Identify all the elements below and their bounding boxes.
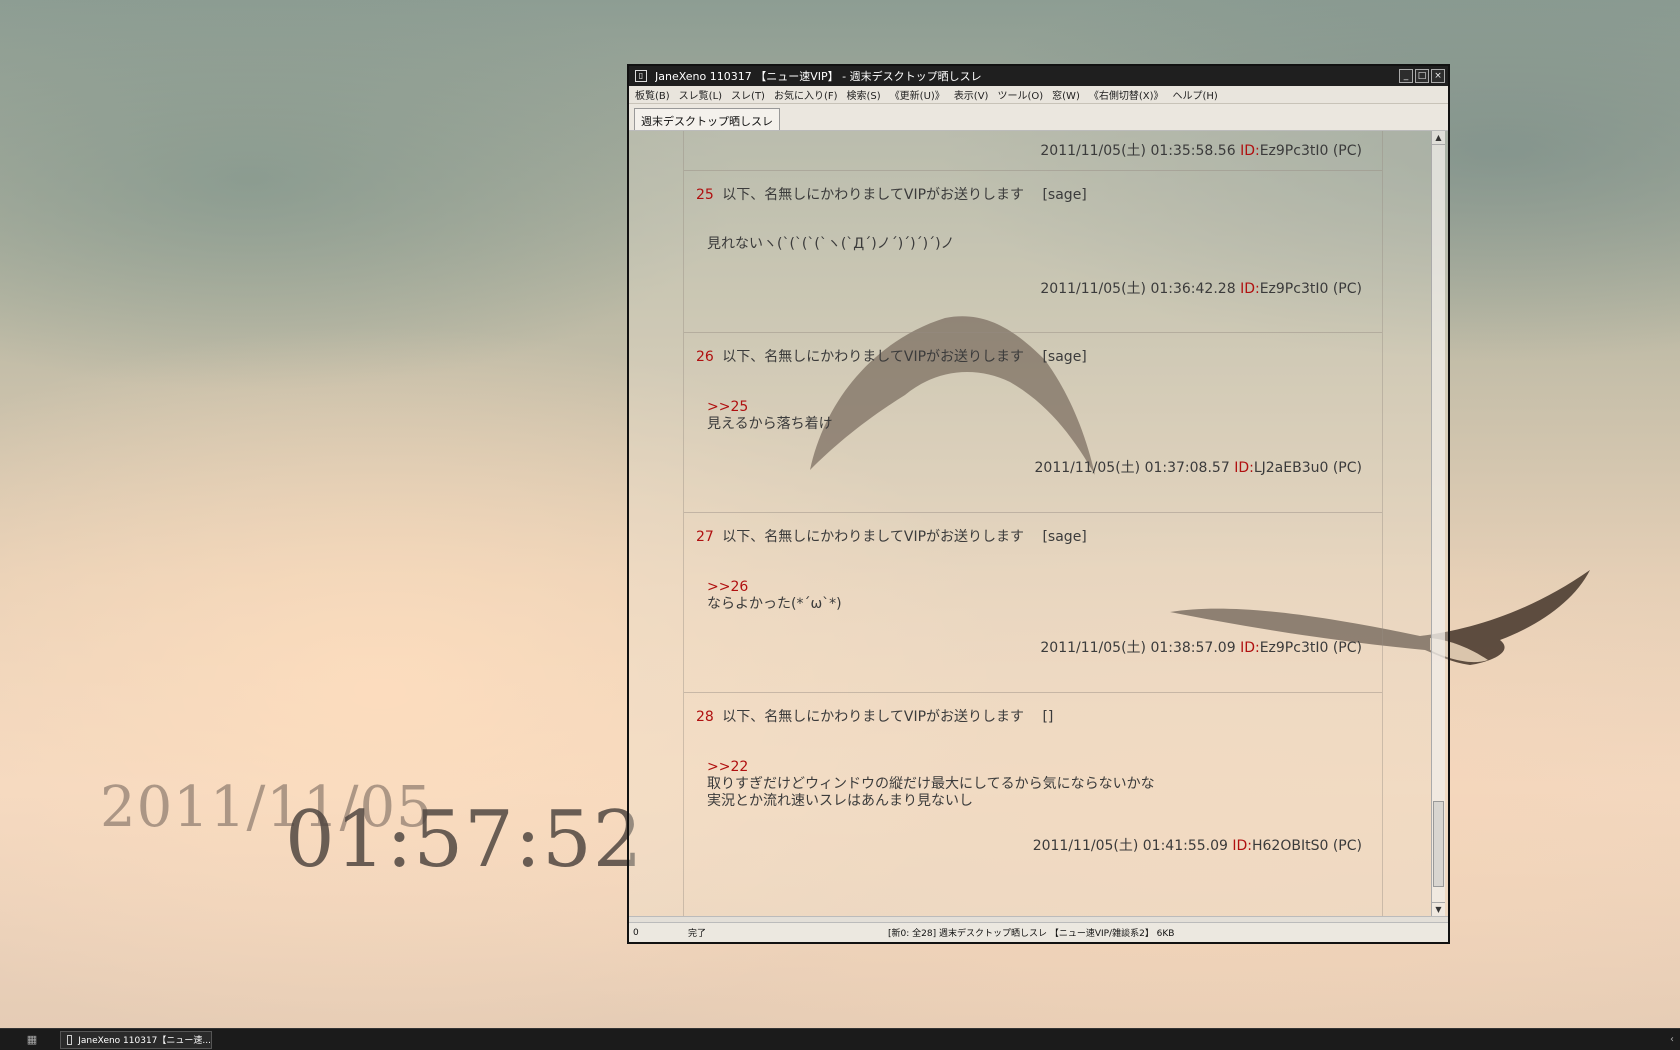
post-suffix: (PC) bbox=[1332, 838, 1362, 854]
menu-view[interactable]: 表示(V) bbox=[954, 87, 989, 102]
post-item: 25 以下、名無しにかわりましてVIPがお送りします [sage] 見れないヽ(… bbox=[684, 171, 1382, 333]
taskbar-button-label: JaneXeno 110317【ニュー速... bbox=[78, 1036, 211, 1046]
post-header: 25 以下、名無しにかわりましてVIPがお送りします [sage] bbox=[696, 183, 1362, 207]
post-name: 以下、名無しにかわりましてVIPがお送りします bbox=[722, 187, 1025, 203]
minimize-button[interactable]: _ bbox=[1399, 69, 1413, 83]
post-item: 2011/11/05(土) 01:35:58.56 ID:Ez9Pc3tI0 (… bbox=[684, 131, 1382, 171]
post-date: 2011/11/05(土) 01:37:08.57 bbox=[1034, 460, 1230, 476]
post-item: 26 以下、名無しにかわりましてVIPがお送りします [sage] >>25 見… bbox=[684, 333, 1382, 513]
post-anchor-link[interactable]: >>25 bbox=[707, 399, 1362, 416]
post-body: >>22 取りすぎだけどウィンドウの縦だけ最大にしてるから気にならないかな 実況… bbox=[696, 729, 1362, 834]
post-suffix: (PC) bbox=[1332, 281, 1362, 297]
scroll-thumb[interactable] bbox=[1433, 801, 1444, 887]
post-anchor-link[interactable]: >>26 bbox=[707, 579, 1362, 596]
app-icon bbox=[67, 1034, 73, 1045]
menu-thread[interactable]: スレ(T) bbox=[731, 87, 765, 102]
post-mail: [sage] bbox=[1042, 349, 1087, 365]
post-mail: [sage] bbox=[1042, 529, 1087, 545]
post-name: 以下、名無しにかわりましてVIPがお送りします bbox=[722, 529, 1025, 545]
menu-tools[interactable]: ツール(O) bbox=[997, 87, 1043, 102]
post-suffix: (PC) bbox=[1332, 460, 1362, 476]
close-button[interactable]: × bbox=[1431, 69, 1445, 83]
post-suffix: (PC) bbox=[1332, 640, 1362, 656]
post-number[interactable]: 25 bbox=[696, 187, 714, 203]
post-header: 27 以下、名無しにかわりましてVIPがお送りします [sage] bbox=[696, 525, 1362, 549]
post-footer: 2011/11/05(土) 01:41:55.09 ID:H62OBItS0 (… bbox=[696, 834, 1362, 858]
desktop-clock-widget: 2011/11/05 01:57:52 bbox=[0, 0, 642, 1000]
post-id-label[interactable]: ID: bbox=[1240, 143, 1260, 159]
post-id-label[interactable]: ID: bbox=[1232, 838, 1252, 854]
scroll-down-arrow-icon[interactable]: ▼ bbox=[1432, 902, 1445, 916]
menu-board-list[interactable]: 板覧(B) bbox=[635, 87, 670, 102]
menu-thread-list[interactable]: スレ覧(L) bbox=[679, 87, 722, 102]
menubar: 板覧(B) スレ覧(L) スレ(T) お気に入り(F) 検索(S) 《更新(U)… bbox=[629, 86, 1448, 104]
window-titlebar[interactable]: ▯ JaneXeno 110317 【ニュー速VIP】 - 週末デスクトップ晒し… bbox=[629, 66, 1448, 86]
menu-help[interactable]: ヘルプ(H) bbox=[1173, 87, 1218, 102]
taskbar-button-janexeno[interactable]: JaneXeno 110317【ニュー速... bbox=[60, 1030, 212, 1049]
status-count: 0 bbox=[633, 927, 639, 938]
post-date: 2011/11/05(土) 01:41:55.09 bbox=[1032, 838, 1228, 854]
post-anchor-link[interactable]: >>22 bbox=[707, 759, 1362, 776]
post-body: 見れないヽ(`(`(`(`ヽ(`Д´)ノ´)´)´)´)ノ bbox=[696, 207, 1362, 277]
post-id-label[interactable]: ID: bbox=[1234, 460, 1254, 476]
post-line: 実況とか流れ速いスレはあんまり見ないし bbox=[707, 793, 973, 809]
post-number[interactable]: 28 bbox=[696, 709, 714, 725]
post-mail: [sage] bbox=[1042, 187, 1087, 203]
thread-tabbar: 週末デスクトップ晒しスレ bbox=[629, 104, 1448, 131]
post-line: 見れないヽ(`(`(`(`ヽ(`Д´)ノ´)´)´)´)ノ bbox=[707, 236, 955, 252]
vertical-scrollbar[interactable]: ▲ ▼ bbox=[1431, 131, 1445, 916]
post-footer: 2011/11/05(土) 01:37:08.57 ID:LJ2aEB3u0 (… bbox=[696, 456, 1362, 480]
post-item: 28 以下、名無しにかわりましてVIPがお送りします [] >>22 取りすぎだ… bbox=[684, 693, 1382, 916]
post-name: 以下、名無しにかわりましてVIPがお送りします bbox=[722, 349, 1025, 365]
scroll-up-arrow-icon[interactable]: ▲ bbox=[1432, 131, 1445, 145]
post-date: 2011/11/05(土) 01:38:57.09 bbox=[1040, 640, 1236, 656]
menu-favorites[interactable]: お気に入り(F) bbox=[774, 87, 838, 102]
post-date: 2011/11/05(土) 01:35:58.56 bbox=[1040, 143, 1236, 159]
tray-expand-icon[interactable]: ‹ bbox=[1670, 1034, 1674, 1045]
menu-right-switch[interactable]: 《右側切替(X)》 bbox=[1089, 87, 1164, 102]
post-date: 2011/11/05(土) 01:36:42.28 bbox=[1040, 281, 1236, 297]
menu-window[interactable]: 窓(W) bbox=[1052, 87, 1080, 102]
post-number[interactable]: 27 bbox=[696, 529, 714, 545]
post-name: 以下、名無しにかわりましてVIPがお送りします bbox=[722, 709, 1025, 725]
statusbar: 0 完了 [新0: 全28] 週末デスクトップ晒しスレ 【ニュー速VIP/雑談系… bbox=[629, 922, 1448, 942]
post-header: 26 以下、名無しにかわりましてVIPがお送りします [sage] bbox=[696, 345, 1362, 369]
post-item: 27 以下、名無しにかわりましてVIPがお送りします [sage] >>26 な… bbox=[684, 513, 1382, 693]
status-state: 完了 bbox=[688, 929, 707, 939]
post-id[interactable]: LJ2aEB3u0 bbox=[1254, 460, 1329, 476]
post-header: 28 以下、名無しにかわりましてVIPがお送りします [] bbox=[696, 705, 1362, 729]
post-line: ならよかった(*´ω`*) bbox=[707, 596, 842, 612]
app-icon: ▯ bbox=[635, 70, 647, 82]
menu-search[interactable]: 検索(S) bbox=[847, 87, 881, 102]
post-line: 取りすぎだけどウィンドウの縦だけ最大にしてるから気にならないかな bbox=[707, 776, 1155, 792]
post-id-label[interactable]: ID: bbox=[1240, 640, 1260, 656]
post-body: >>25 見えるから落ち着け bbox=[696, 369, 1362, 456]
window-title: JaneXeno 110317 【ニュー速VIP】 - 週末デスクトップ晒しスレ bbox=[655, 70, 982, 83]
post-id-label[interactable]: ID: bbox=[1240, 281, 1260, 297]
post-id[interactable]: Ez9Pc3tI0 bbox=[1260, 143, 1329, 159]
maximize-button[interactable]: □ bbox=[1415, 69, 1429, 83]
post-mail: [] bbox=[1042, 709, 1054, 725]
start-menu-icon[interactable]: ▦ bbox=[24, 1032, 40, 1048]
menu-update[interactable]: 《更新(U)》 bbox=[890, 87, 945, 102]
janexeno-window: ▯ JaneXeno 110317 【ニュー速VIP】 - 週末デスクトップ晒し… bbox=[627, 64, 1450, 944]
post-footer: 2011/11/05(土) 01:35:58.56 ID:Ez9Pc3tI0 (… bbox=[696, 139, 1362, 163]
post-footer: 2011/11/05(土) 01:38:57.09 ID:Ez9Pc3tI0 (… bbox=[696, 636, 1362, 660]
post-number[interactable]: 26 bbox=[696, 349, 714, 365]
post-id[interactable]: H62OBItS0 bbox=[1252, 838, 1328, 854]
thread-posts: 2011/11/05(土) 01:35:58.56 ID:Ez9Pc3tI0 (… bbox=[683, 131, 1383, 916]
desktop-time: 01:57:52 bbox=[285, 795, 644, 885]
tab-thread[interactable]: 週末デスクトップ晒しスレ bbox=[634, 108, 780, 130]
taskbar: ▦ JaneXeno 110317【ニュー速... ‹ bbox=[0, 1028, 1680, 1050]
post-id[interactable]: Ez9Pc3tI0 bbox=[1260, 281, 1329, 297]
status-info: [新0: 全28] 週末デスクトップ晒しスレ 【ニュー速VIP/雑談系2】 6K… bbox=[888, 929, 1175, 939]
post-footer: 2011/11/05(土) 01:36:42.28 ID:Ez9Pc3tI0 (… bbox=[696, 277, 1362, 301]
post-suffix: (PC) bbox=[1332, 143, 1362, 159]
post-line: 見えるから落ち着け bbox=[707, 416, 833, 432]
post-body: >>26 ならよかった(*´ω`*) bbox=[696, 549, 1362, 636]
thread-view[interactable]: 2011/11/05(土) 01:35:58.56 ID:Ez9Pc3tI0 (… bbox=[629, 131, 1448, 916]
post-id[interactable]: Ez9Pc3tI0 bbox=[1260, 640, 1329, 656]
